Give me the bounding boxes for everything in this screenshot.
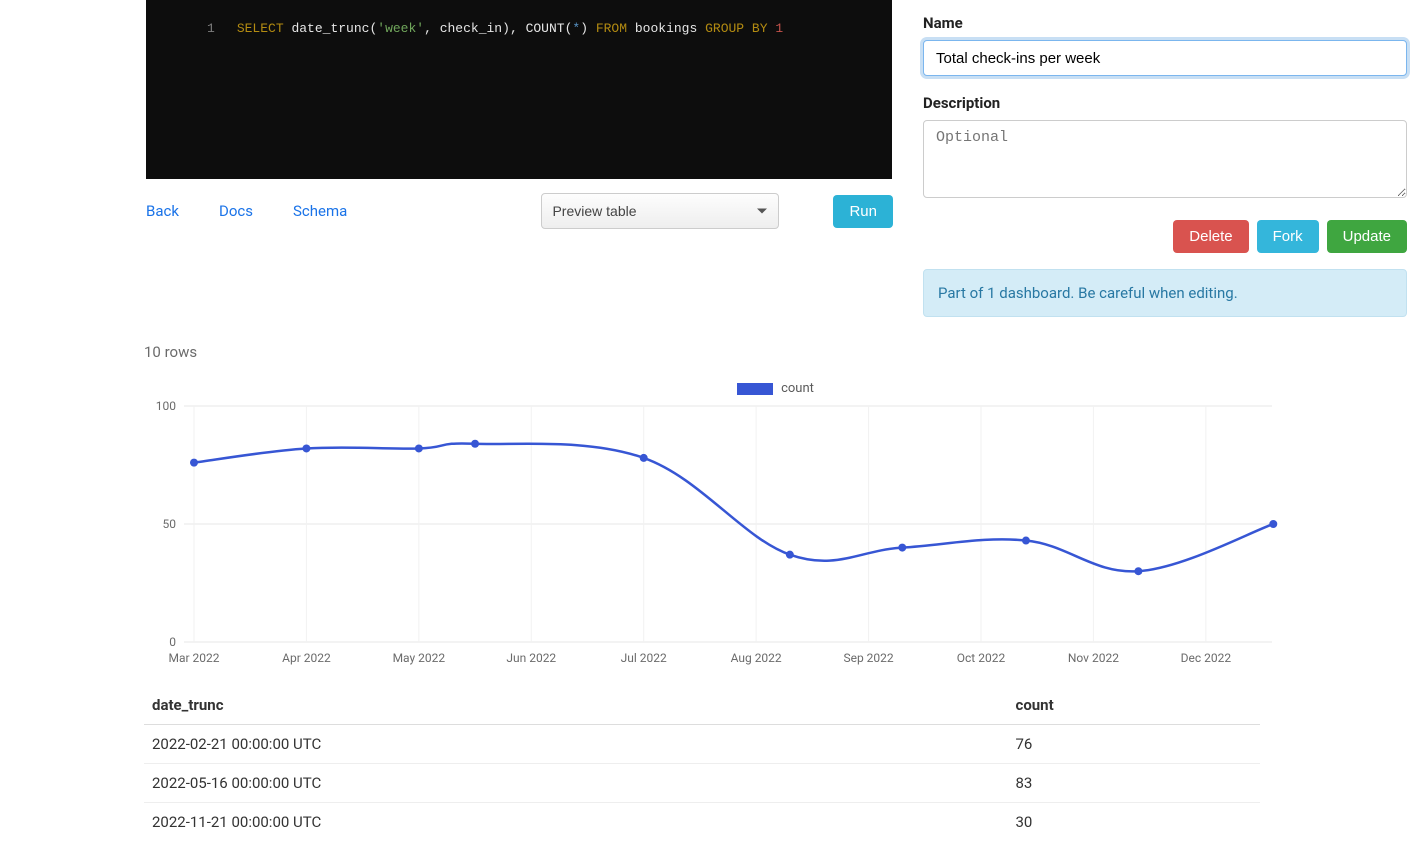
name-label: Name [923,14,1407,32]
update-button[interactable]: Update [1327,220,1407,253]
table-row: 2022-02-21 00:00:00 UTC76 [144,725,1260,764]
count-chart: 0 50 100 Mar 2022 Apr 2022 May 2022 Jun 2022 Ju… [144,400,1282,672]
svg-text:Sep 2022: Sep 2022 [843,651,893,665]
name-input[interactable] [923,40,1407,76]
row-count-label: 10 rows [144,343,1407,361]
fork-button[interactable]: Fork [1257,220,1319,253]
back-link[interactable]: Back [146,202,179,220]
results-table: date_trunccount 2022-02-21 00:00:00 UTC7… [144,686,1260,841]
svg-text:Mar 2022: Mar 2022 [168,651,219,665]
sql-editor[interactable]: 1SELECT date_trunc('week', check_in), CO… [146,0,892,179]
chart-legend: count [144,381,1407,396]
preview-table-select[interactable]: Preview table [541,193,779,229]
gutter-line-1: 1 [201,21,237,36]
sql-code-line: SELECT date_trunc('week', check_in), COU… [237,21,783,36]
svg-text:0: 0 [169,635,176,649]
legend-swatch [737,383,773,395]
column-header: count [1008,686,1261,725]
delete-button[interactable]: Delete [1173,220,1248,253]
column-header: date_trunc [144,686,1008,725]
svg-text:Oct 2022: Oct 2022 [957,651,1006,665]
svg-text:Nov 2022: Nov 2022 [1068,651,1119,665]
legend-label: count [781,381,814,396]
description-label: Description [923,94,1407,112]
description-input[interactable] [923,120,1407,198]
svg-text:May 2022: May 2022 [393,651,446,665]
svg-text:100: 100 [156,400,176,413]
svg-text:Jul 2022: Jul 2022 [621,651,667,665]
table-row: 2022-11-21 00:00:00 UTC30 [144,803,1260,841]
dashboard-warning-alert: Part of 1 dashboard. Be careful when edi… [923,269,1407,317]
table-row: 2022-05-16 00:00:00 UTC83 [144,764,1260,803]
svg-text:Dec 2022: Dec 2022 [1181,651,1232,665]
svg-text:50: 50 [163,517,177,531]
svg-text:Apr 2022: Apr 2022 [282,651,331,665]
docs-link[interactable]: Docs [219,202,253,220]
svg-text:Jun 2022: Jun 2022 [506,651,556,665]
schema-link[interactable]: Schema [293,202,347,220]
run-button[interactable]: Run [833,195,893,228]
svg-text:Aug 2022: Aug 2022 [731,651,782,665]
